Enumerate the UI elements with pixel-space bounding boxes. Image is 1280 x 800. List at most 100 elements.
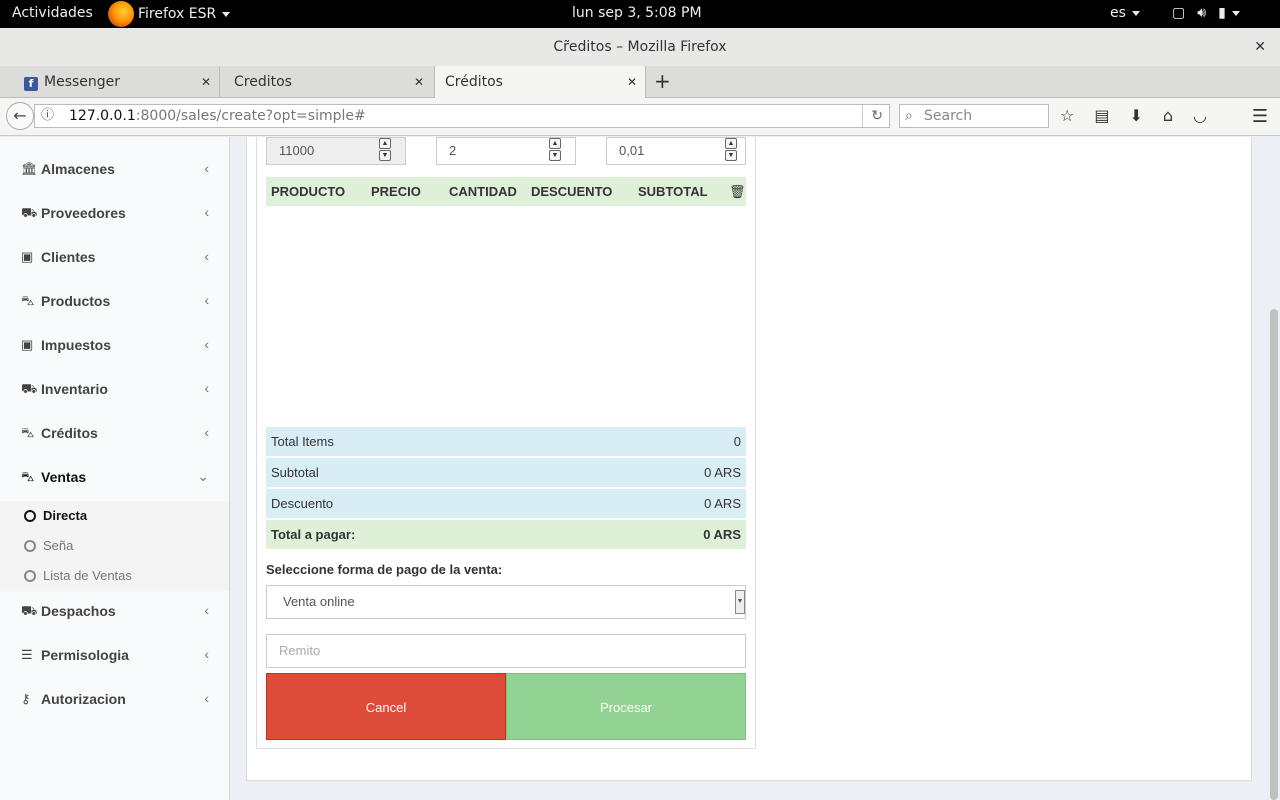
total-items-row: Total Items 0 xyxy=(266,427,746,456)
column-header-precio: PRECIO xyxy=(371,184,421,199)
process-button[interactable]: Procesar xyxy=(506,673,746,740)
sidebar-item-label: Autorizacion xyxy=(41,691,126,707)
language-selector[interactable]: es xyxy=(1110,5,1140,21)
info-icon[interactable]: ⓘ xyxy=(41,105,54,127)
tab-messenger[interactable]: f Messenger ✕ xyxy=(14,66,220,98)
page-scrollbar[interactable] xyxy=(1268,137,1280,800)
system-tray[interactable]: ▢ 🔊︎ ▮ xyxy=(1172,5,1240,21)
window-icon: ▢ xyxy=(1172,5,1186,21)
tab-label: Créditos xyxy=(445,74,503,90)
tab-creditos[interactable]: Creditos ✕ xyxy=(224,66,432,98)
price-value: 11000 xyxy=(279,143,315,158)
chevron-down-icon: ⌄ xyxy=(197,468,209,484)
key-icon: ⚷ xyxy=(21,691,31,706)
column-header-producto: PRODUCTO xyxy=(271,184,346,199)
discount-stepper[interactable]: ▲ ▼ xyxy=(725,138,737,162)
sidebar-item-creditos[interactable]: ⛍ Créditos ‹ xyxy=(0,412,229,456)
sidebar-item-permisologia[interactable]: ☰ Permisologia ‹ xyxy=(0,634,229,678)
url-host: 127.0.0.1 xyxy=(69,108,136,124)
discount-total-value: 0 ARS xyxy=(704,496,741,511)
close-window-icon[interactable]: ✕ xyxy=(1254,28,1266,66)
reload-icon[interactable]: ↻ xyxy=(862,105,883,127)
submenu-item-label: Directa xyxy=(43,508,88,523)
window-title: Cr̃editos – Mozilla Firefox xyxy=(553,39,727,55)
chevron-left-icon: ‹ xyxy=(204,424,209,440)
chevron-left-icon: ‹ xyxy=(204,160,209,176)
sidebar-item-productos[interactable]: ⛍ Productos ‹ xyxy=(0,280,229,324)
search-input[interactable]: ⌕ Search xyxy=(899,104,1049,128)
sidebar-item-label: Despachos xyxy=(41,603,116,619)
sidebar-item-despachos[interactable]: ⛟ Despachos ‹ xyxy=(0,590,229,634)
sidebar-item-autorizacion[interactable]: ⚷ Autorizacion ‹ xyxy=(0,678,229,722)
column-header-cantidad: CANTIDAD xyxy=(449,184,517,199)
tab-creditos-active[interactable]: Créditos ✕ xyxy=(434,66,646,98)
sidebar-item-clientes[interactable]: ▣ Clientes ‹ xyxy=(0,236,229,280)
total-row: Total a pagar: 0 ARS xyxy=(266,520,746,549)
discount-value: 0,01 xyxy=(619,143,645,158)
discount-label: Descuento xyxy=(271,496,334,511)
battery-icon: ▮ xyxy=(1218,5,1240,21)
submenu-item-lista-de-ventas[interactable]: Lista de Ventas xyxy=(24,568,132,583)
download-icon[interactable]: ⬇ xyxy=(1129,106,1142,125)
search-icon: ⌕ xyxy=(905,108,913,124)
sidebar-item-ventas[interactable]: ⛍ Ventas ⌄ xyxy=(0,456,229,500)
back-arrow-icon[interactable]: ← xyxy=(6,102,34,130)
quantity-stepper[interactable]: ▲ ▼ xyxy=(549,138,561,162)
tab-bar: f Messenger ✕ Creditos ✕ Créditos ✕ + xyxy=(0,66,1280,98)
close-tab-icon[interactable]: ✕ xyxy=(627,66,637,98)
trash-icon[interactable]: 🗑︎ xyxy=(729,184,746,200)
circle-icon xyxy=(24,540,36,552)
page-content: 🏛︎ Almacenes ‹ ⛟ Proveedores ‹ ▣ Clientes ‹ ⛍ P… xyxy=(0,137,1280,800)
url-bar[interactable]: ⓘ 127.0.0.1:8000/sales/create?opt=simple… xyxy=(34,104,890,128)
system-top-bar: Actividades Firefox ESR lun sep 3, 5:08 … xyxy=(0,0,1280,28)
total-label: Total a pagar: xyxy=(271,527,356,542)
navigation-bar: ← ⓘ 127.0.0.1:8000/sales/create?opt=simp… xyxy=(0,98,1280,136)
close-tab-icon[interactable]: ✕ xyxy=(201,66,211,98)
bookmark-star-icon[interactable]: ☆ xyxy=(1060,106,1074,125)
submenu-item-directa[interactable]: Directa xyxy=(24,508,87,523)
tab-label: Creditos xyxy=(234,74,292,90)
chevron-down-icon xyxy=(1131,10,1140,16)
sidebar-item-almacenes[interactable]: 🏛︎ Almacenes ‹ xyxy=(0,148,229,192)
cancel-button[interactable]: Cancel xyxy=(266,673,506,740)
sidebar-item-proveedores[interactable]: ⛟ Proveedores ‹ xyxy=(0,192,229,236)
sidebar-item-inventario[interactable]: ⛟ Inventario ‹ xyxy=(0,368,229,412)
close-tab-icon[interactable]: ✕ xyxy=(414,66,424,98)
app-menu[interactable]: Firefox ESR xyxy=(108,0,231,28)
discount-input[interactable]: 0,01 ▲ ▼ xyxy=(606,137,746,165)
url-path: :8000/sales/create?opt=simple# xyxy=(135,108,366,124)
truck-icon: ⛟ xyxy=(21,603,38,618)
payment-method-label: Seleccione forma de pago de la venta: xyxy=(266,562,503,577)
cart-icon: ⛍ xyxy=(21,469,35,484)
home-icon[interactable]: ⌂ xyxy=(1163,106,1173,125)
activities-button[interactable]: Actividades xyxy=(12,5,93,21)
new-tab-icon[interactable]: + xyxy=(654,69,671,93)
circle-icon xyxy=(24,510,36,522)
chevron-down-icon xyxy=(222,11,231,17)
payment-method-value: Venta online xyxy=(283,594,355,609)
sidebar-item-label: Permisologia xyxy=(41,647,129,663)
pocket-icon[interactable]: ◡ xyxy=(1193,106,1207,125)
sidebar-item-impuestos[interactable]: ▣ Impuestos ‹ xyxy=(0,324,229,368)
bank-icon: 🏛︎ xyxy=(21,161,38,176)
reading-list-icon[interactable]: ▤ xyxy=(1094,106,1109,125)
sidebar-item-label: Impuestos xyxy=(41,337,112,353)
subtotal-value: 0 ARS xyxy=(704,465,741,480)
column-header-descuento: DESCUENTO xyxy=(531,184,613,199)
total-value: 0 ARS xyxy=(703,527,741,542)
circle-icon xyxy=(24,570,36,582)
discount-row: Descuento 0 ARS xyxy=(266,489,746,518)
menu-icon[interactable]: ☰ xyxy=(1252,106,1268,127)
chevron-left-icon: ‹ xyxy=(204,336,209,352)
price-stepper[interactable]: ▲ ▼ xyxy=(379,138,391,162)
sidebar-item-label: Productos xyxy=(41,293,111,309)
submenu-item-sena[interactable]: Seña xyxy=(24,538,73,553)
remito-placeholder: Remito xyxy=(279,643,321,658)
price-input[interactable]: 11000 ▲ ▼ xyxy=(266,137,406,165)
quantity-input[interactable]: 2 ▲ ▼ xyxy=(436,137,576,165)
remito-input[interactable]: Remito xyxy=(266,634,746,668)
payment-method-select[interactable]: Venta online ▼ xyxy=(266,585,746,619)
scrollbar-thumb[interactable] xyxy=(1270,309,1278,800)
clock[interactable]: lun sep 3, 5:08 PM xyxy=(572,5,702,21)
language-label: es xyxy=(1110,5,1126,21)
